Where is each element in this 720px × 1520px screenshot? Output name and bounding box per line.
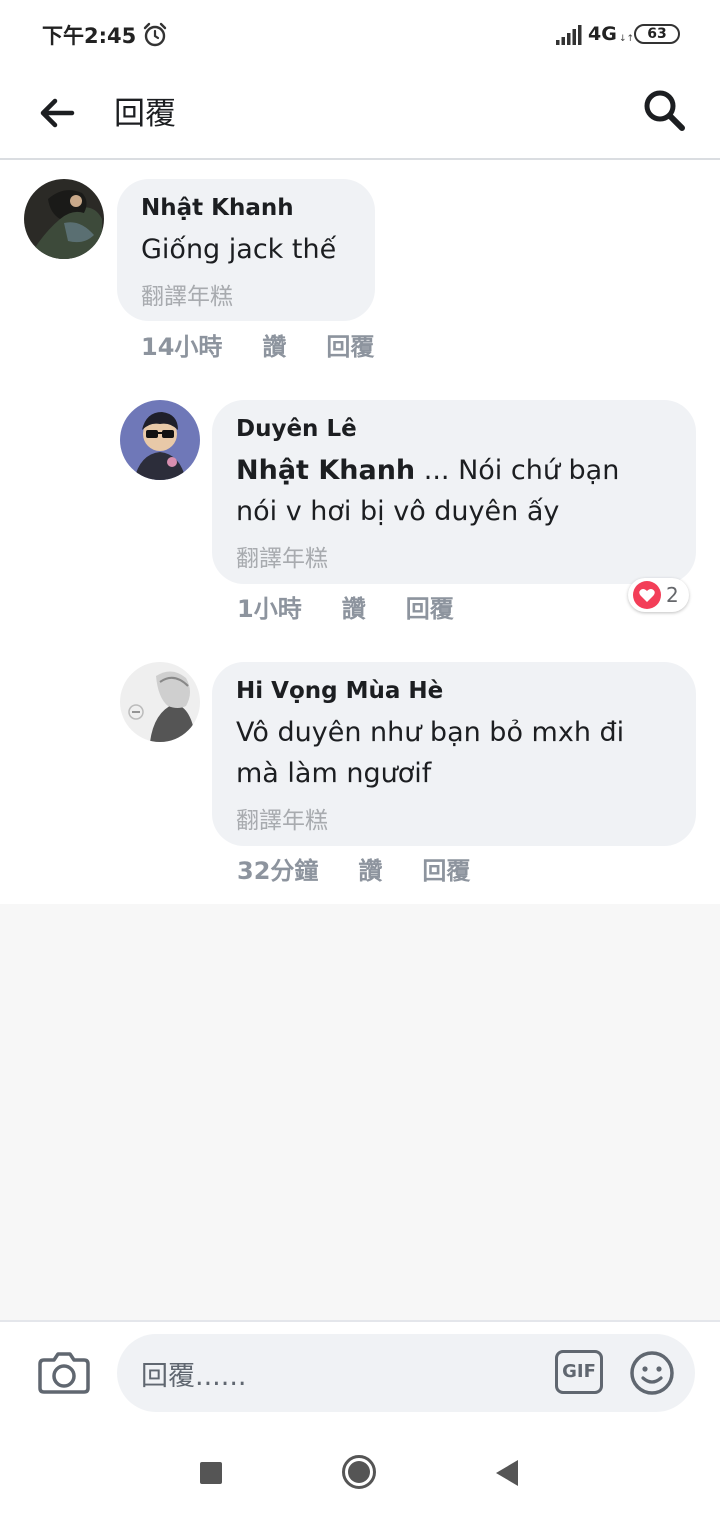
translate-link[interactable]: 翻譯年糕 xyxy=(236,539,328,573)
search-icon[interactable] xyxy=(640,86,688,134)
nav-back-icon[interactable] xyxy=(494,1458,520,1488)
reply-button[interactable]: 回覆 xyxy=(422,851,470,886)
comment-timestamp: 14小時 xyxy=(141,333,223,361)
comment-timestamp: 32分鐘 xyxy=(237,857,319,885)
like-button[interactable]: 讚 xyxy=(342,589,366,624)
battery-level: 63 xyxy=(647,26,667,42)
avatar[interactable] xyxy=(120,662,200,742)
system-nav-bar xyxy=(0,1426,720,1520)
gif-label: GIF xyxy=(562,1361,596,1382)
reaction-badge[interactable]: 2 xyxy=(628,578,689,612)
comment-text-line: nói v hơi bị vô duyên ấy xyxy=(236,496,560,527)
back-arrow-icon[interactable] xyxy=(34,90,80,136)
reply-input[interactable]: 回覆...... GIF xyxy=(117,1334,695,1412)
page-title: 回覆 xyxy=(114,96,176,132)
recent-apps-icon[interactable] xyxy=(200,1462,222,1484)
comment-text: Vô duyên như bạn bỏ mxh đi mà làm ngươif xyxy=(236,712,676,794)
comment-author[interactable]: Hi Vọng Mùa Hè xyxy=(236,678,443,704)
translate-link[interactable]: 翻譯年糕 xyxy=(236,801,328,835)
status-time: 下午2:45 xyxy=(42,24,137,48)
gif-button[interactable]: GIF xyxy=(555,1350,603,1394)
heart-icon xyxy=(633,581,661,609)
comment-text: Giống jack thế xyxy=(141,234,337,265)
mention-link[interactable]: Nhật Khanh xyxy=(236,455,415,486)
comment-author[interactable]: Duyên Lê xyxy=(236,416,357,442)
comment-author[interactable]: Nhật Khanh xyxy=(141,195,294,221)
comment-actions: 1小時 讚 回覆 xyxy=(237,589,494,624)
camera-icon[interactable] xyxy=(38,1348,90,1396)
comment-bubble[interactable]: Hi Vọng Mùa Hè Vô duyên như bạn bỏ mxh đ… xyxy=(212,662,696,846)
signal-icon xyxy=(556,25,582,45)
empty-area xyxy=(0,904,720,1320)
avatar[interactable] xyxy=(120,400,200,480)
network-activity-icon: ↓↑ xyxy=(619,34,635,44)
comment-bubble[interactable]: Nhật Khanh Giống jack thế 翻譯年糕 xyxy=(117,179,375,321)
reply-composer: 回覆...... GIF xyxy=(0,1320,720,1426)
avatar[interactable] xyxy=(24,179,104,259)
network-type: 4G xyxy=(588,23,617,45)
comment-text: Nhật Khanh ... Nói chứ bạn nói v hơi bị … xyxy=(236,450,676,532)
emoji-icon[interactable] xyxy=(629,1350,675,1396)
status-bar: 下午2:45 4G ↓↑ 63 xyxy=(0,0,720,70)
comment-bubble[interactable]: Duyên Lê Nhật Khanh ... Nói chứ bạn nói … xyxy=(212,400,696,584)
reply-button[interactable]: 回覆 xyxy=(406,589,454,624)
comment-actions: 32分鐘 讚 回覆 xyxy=(237,851,510,886)
home-icon[interactable] xyxy=(341,1454,377,1490)
app-bar: 回覆 xyxy=(0,70,720,160)
battery-icon: 63 xyxy=(634,24,680,44)
translate-link[interactable]: 翻譯年糕 xyxy=(141,277,233,311)
comment-text-line: Vô duyên như bạn bỏ mxh đi xyxy=(236,717,625,748)
like-button[interactable]: 讚 xyxy=(262,327,286,362)
reaction-count: 2 xyxy=(666,583,679,607)
alarm-icon xyxy=(143,22,167,47)
reply-placeholder: 回覆...... xyxy=(141,1361,247,1392)
comment-actions: 14小時 讚 回覆 xyxy=(141,327,414,362)
comment-text-line: ... Nói chứ bạn xyxy=(415,455,620,486)
reply-button[interactable]: 回覆 xyxy=(326,327,374,362)
comment-text-line: mà làm ngươif xyxy=(236,758,432,789)
like-button[interactable]: 讚 xyxy=(358,851,382,886)
comment-timestamp: 1小時 xyxy=(237,595,302,623)
